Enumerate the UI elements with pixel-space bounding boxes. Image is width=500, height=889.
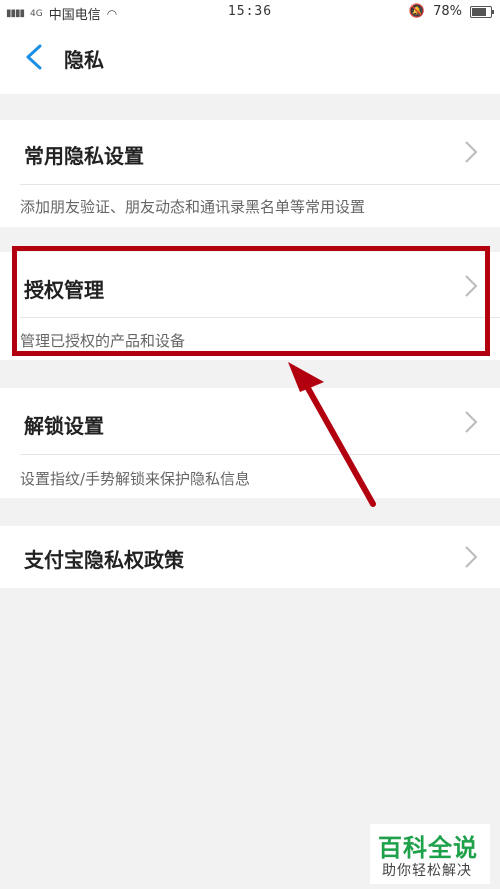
- battery-percent: 78%: [433, 4, 462, 19]
- back-arrow-svg: [26, 44, 42, 70]
- section-alipay-policy[interactable]: 支付宝隐私权政策: [0, 526, 500, 588]
- chevron-left-icon[interactable]: [22, 41, 46, 73]
- row-title-common-privacy: 常用隐私设置: [24, 144, 144, 168]
- battery-icon: [470, 5, 494, 18]
- chevron-right-icon: [464, 545, 478, 569]
- watermark-subtitle: 助你轻松解决: [382, 863, 472, 879]
- chevron-right-icon: [464, 410, 478, 434]
- row-title-alipay-policy: 支付宝隐私权政策: [24, 548, 184, 572]
- section-common-privacy[interactable]: 常用隐私设置 添加朋友验证、朋友动态和通讯录黑名单等常用设置: [0, 120, 500, 227]
- status-right: 🔕 78%: [408, 4, 494, 19]
- row-title-authorization: 授权管理: [24, 278, 104, 302]
- row-desc-common-privacy: 添加朋友验证、朋友动态和通讯录黑名单等常用设置: [20, 198, 366, 216]
- row-divider: [20, 454, 500, 455]
- bell-mute-icon: 🔕: [408, 4, 426, 19]
- row-desc-unlock: 设置指纹/手势解锁来保护隐私信息: [20, 470, 251, 488]
- row-desc-authorization: 管理已授权的产品和设备: [20, 332, 186, 350]
- page-title: 隐私: [64, 48, 104, 72]
- battery-fill: [472, 7, 487, 16]
- chevron-right-icon: [464, 274, 478, 298]
- watermark-logo: 百科全说 助你轻松解决: [370, 824, 490, 884]
- section-authorization[interactable]: 授权管理 管理已授权的产品和设备: [0, 252, 500, 360]
- navigation-header: 隐私: [0, 24, 500, 94]
- status-bar: ▮▮▮▮ 4G 中国电信 ◠ 15:36 🔕 78%: [0, 0, 500, 24]
- chevron-right-icon: [464, 140, 478, 164]
- row-divider: [20, 184, 500, 185]
- section-unlock[interactable]: 解锁设置 设置指纹/手势解锁来保护隐私信息: [0, 388, 500, 498]
- row-divider: [20, 317, 500, 318]
- watermark-title: 百科全说: [378, 834, 478, 862]
- row-title-unlock: 解锁设置: [24, 414, 104, 438]
